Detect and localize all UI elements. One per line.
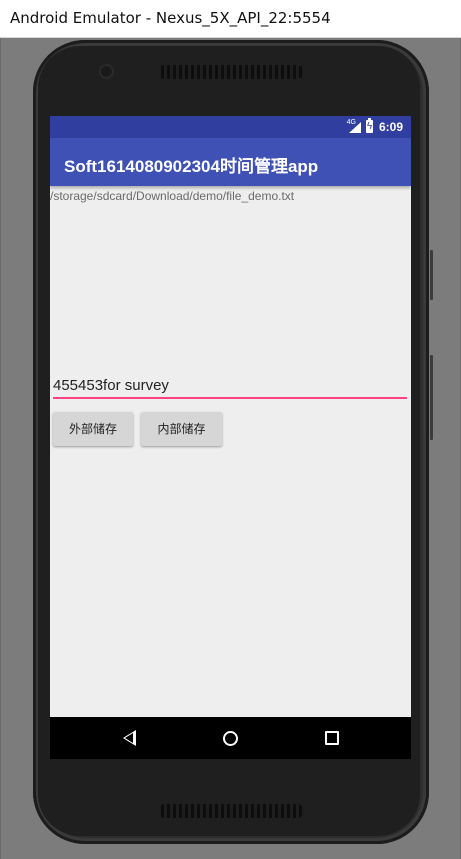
power-button[interactable]	[430, 250, 433, 300]
file-path-text: /storage/sdcard/Download/demo/file_demo.…	[50, 189, 295, 203]
front-camera	[101, 66, 112, 77]
internal-storage-button[interactable]: 内部储存	[141, 412, 222, 446]
navigation-bar	[50, 717, 411, 759]
window-border-left	[0, 38, 1, 859]
back-icon[interactable]	[123, 730, 136, 746]
bottom-speaker	[158, 804, 304, 818]
emulator-title-bar: Android Emulator - Nexus_5X_API_22:5554	[0, 0, 461, 38]
content-input[interactable]	[53, 373, 407, 399]
battery-charging-icon	[366, 118, 373, 133]
status-time: 6:09	[378, 120, 403, 134]
external-storage-button[interactable]: 外部储存	[53, 412, 133, 446]
recents-icon[interactable]	[325, 731, 339, 745]
app-title: Soft1614080902304时间管理app	[64, 157, 319, 176]
app-bar: Soft1614080902304时间管理app	[50, 138, 411, 186]
status-bar: 4G 6:09	[50, 116, 411, 138]
window-title: Android Emulator - Nexus_5X_API_22:5554	[10, 9, 331, 27]
volume-button[interactable]	[430, 355, 433, 440]
signal-icon	[349, 122, 361, 133]
device-screen: 4G 6:09 Soft1614080902304时间管理app /storag…	[50, 116, 411, 759]
top-speaker	[158, 65, 304, 79]
home-icon[interactable]	[223, 731, 238, 746]
